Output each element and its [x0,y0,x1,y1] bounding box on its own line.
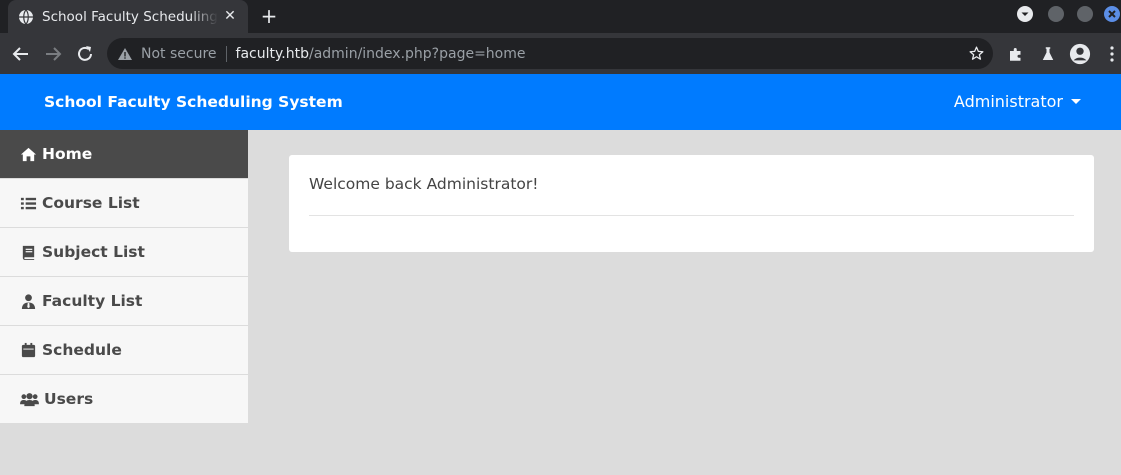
warning-triangle-icon [118,47,132,60]
sidebar-item-label: Users [44,390,94,408]
calendar-icon [21,342,36,357]
sidebar-item-schedule[interactable]: Schedule [0,326,248,375]
user-dropdown-toggle[interactable]: Administrator [954,92,1081,111]
tab-title: School Faculty Scheduling System [42,8,218,25]
app-header: School Faculty Scheduling System Adminis… [0,74,1121,130]
list-icon [20,197,37,209]
welcome-card: Welcome back Administrator! [289,155,1094,252]
address-bar[interactable]: Not secure faculty.htb/admin/index.php?p… [107,38,993,69]
browser-toolbar: Not secure faculty.htb/admin/index.php?p… [0,33,1121,74]
sidebar-item-subject-list[interactable]: Subject List [0,228,248,277]
back-arrow-icon[interactable] [9,42,33,66]
card-divider [309,215,1074,216]
omnibox-separator [225,45,227,62]
sidebar-item-label: Schedule [42,341,122,359]
welcome-message: Welcome back Administrator! [309,175,539,193]
minimize-window-button[interactable] [1048,6,1064,22]
reload-icon[interactable] [73,42,97,66]
user-menu-label: Administrator [953,92,1063,111]
sidebar-item-home[interactable]: Home [0,130,248,179]
user-tie-icon [21,293,36,309]
book-icon [22,245,35,260]
maximize-window-button[interactable] [1077,6,1093,22]
forward-arrow-icon[interactable] [41,42,65,66]
home-icon [20,147,37,161]
labs-flask-icon[interactable] [1039,45,1057,63]
url-path: /admin/index.php?page=home [308,45,526,62]
bookmark-star-icon[interactable] [968,45,985,62]
sidebar-item-label: Home [42,145,93,163]
sidebar-item-label: Faculty List [42,292,143,310]
sidebar-item-label: Subject List [42,243,145,261]
kebab-menu-icon[interactable] [1108,45,1116,63]
caret-down-icon [1071,99,1081,104]
browser-tab-strip: School Faculty Scheduling System ✕ + [0,0,1121,33]
sidebar-item-course-list[interactable]: Course List [0,179,248,228]
close-icon [1108,10,1116,18]
chevron-down-icon [1021,12,1029,16]
globe-icon [19,9,33,24]
users-icon [20,392,39,406]
security-status-label[interactable]: Not secure [141,46,217,62]
tab-close-icon[interactable]: ✕ [222,8,238,24]
new-tab-button[interactable]: + [259,6,279,26]
app-brand-title[interactable]: School Faculty Scheduling System [44,93,343,111]
browser-tab[interactable]: School Faculty Scheduling System ✕ [8,0,248,33]
account-avatar-icon[interactable] [1069,43,1091,65]
sidebar-item-faculty-list[interactable]: Faculty List [0,277,248,326]
sidebar-item-users[interactable]: Users [0,375,248,424]
url-host: faculty.htb [235,45,309,62]
sidebar-nav: Home Course List Subject List Faculty Li… [0,130,248,424]
sidebar-item-label: Course List [42,194,140,212]
extensions-puzzle-icon[interactable] [1007,45,1025,63]
tab-search-button[interactable] [1017,6,1033,22]
close-window-button[interactable] [1104,6,1120,22]
